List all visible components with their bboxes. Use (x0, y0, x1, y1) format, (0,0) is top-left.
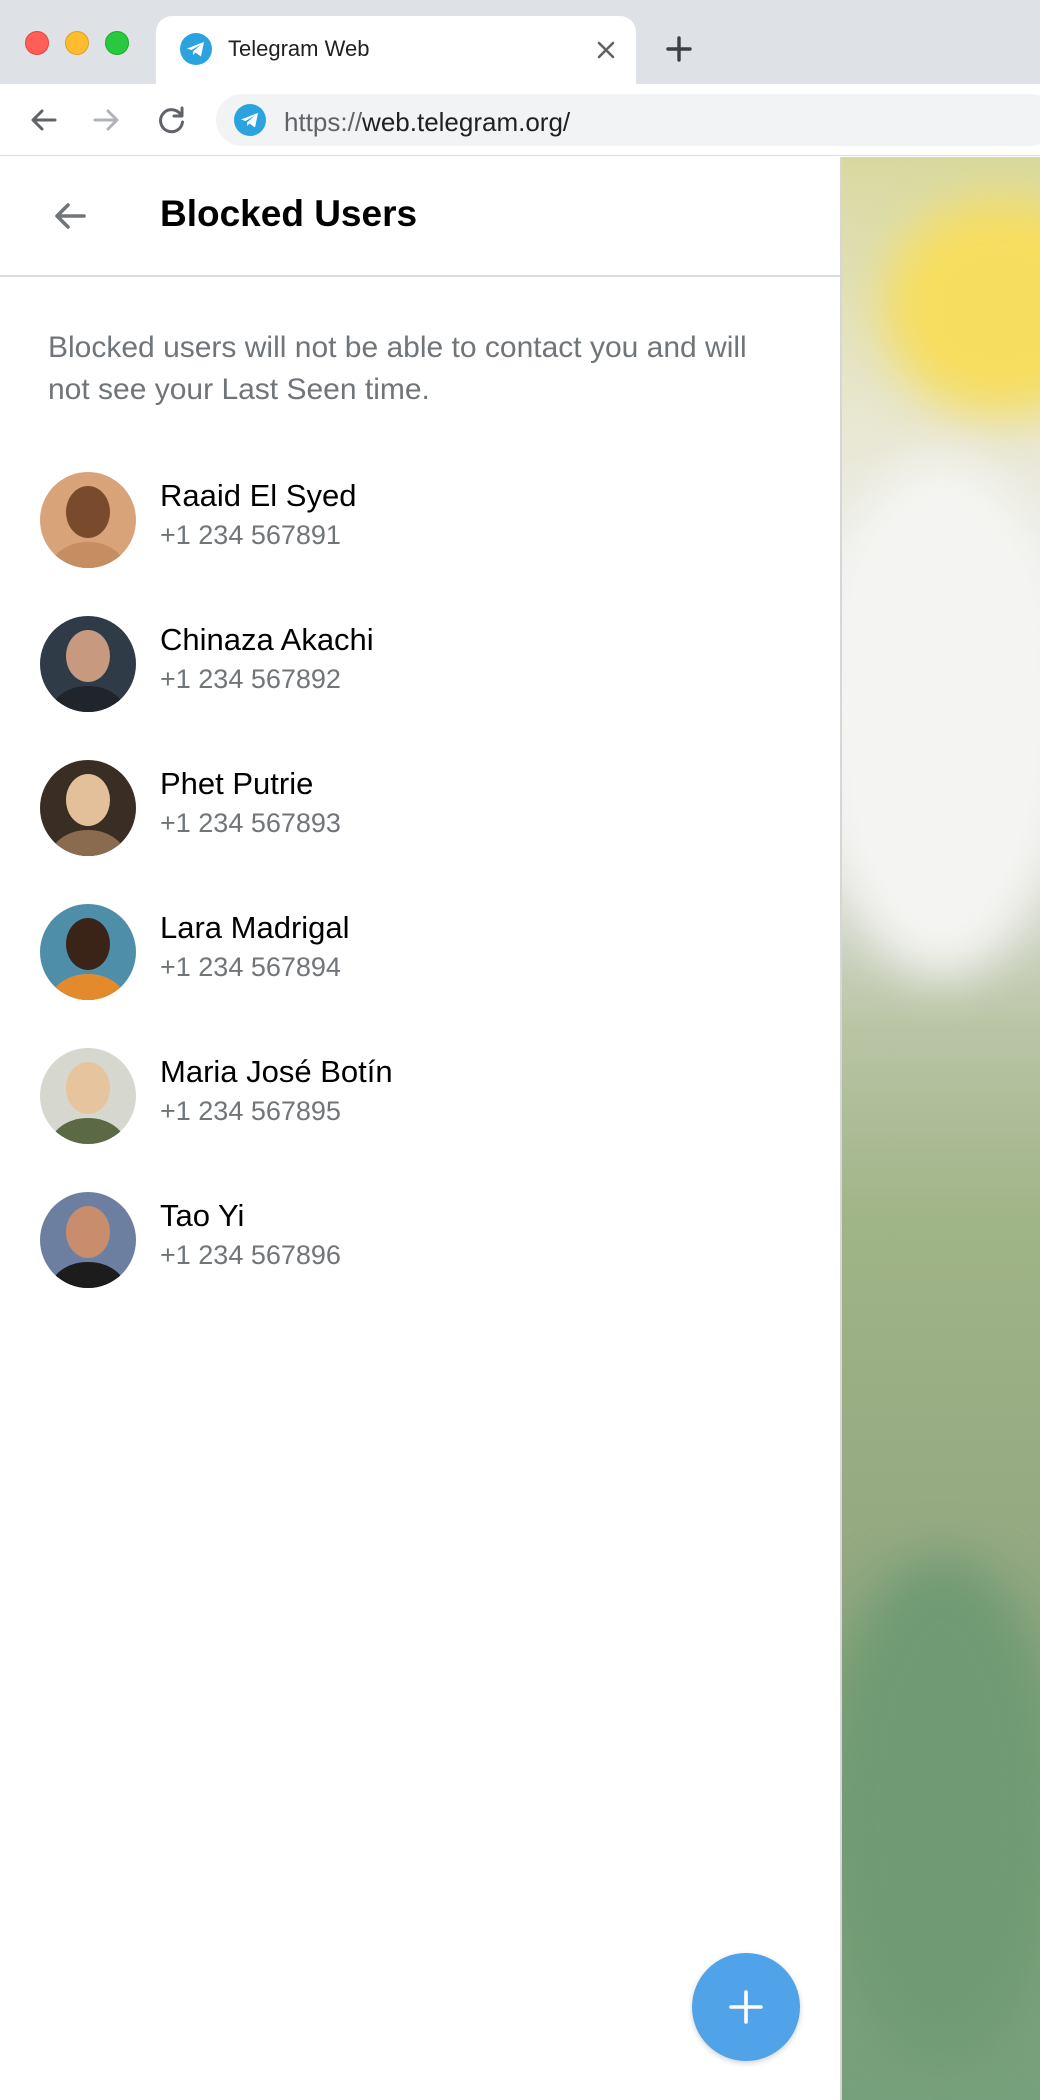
user-phone: +1 234 567892 (160, 664, 341, 694)
browser-tab[interactable]: Telegram Web (156, 16, 636, 84)
blocked-user-row[interactable]: Tao Yi +1 234 567896 (0, 1170, 840, 1314)
blocked-user-row[interactable]: Phet Putrie +1 234 567893 (0, 738, 840, 882)
blocked-user-row[interactable]: Maria José Botín +1 234 567895 (0, 1026, 840, 1170)
user-phone: +1 234 567894 (160, 952, 341, 982)
user-phone: +1 234 567895 (160, 1096, 341, 1126)
user-name: Lara Madrigal (160, 910, 350, 945)
chat-wallpaper (842, 157, 1040, 2100)
browser-tab-bar: Telegram Web (0, 0, 1040, 84)
plus-icon (729, 1990, 763, 2024)
user-name: Raaid El Syed (160, 478, 357, 513)
user-phone: +1 234 567893 (160, 808, 341, 838)
user-phone: +1 234 567891 (160, 520, 341, 550)
close-tab-icon[interactable] (594, 38, 618, 62)
user-name: Chinaza Akachi (160, 622, 374, 657)
minimize-window-button[interactable] (65, 31, 89, 55)
user-name: Tao Yi (160, 1198, 245, 1233)
address-bar[interactable]: https://web.telegram.org/ (216, 94, 1040, 146)
close-window-button[interactable] (25, 31, 49, 55)
wallpaper-flower-blob (882, 197, 1040, 417)
blocked-user-row[interactable]: Raaid El Syed +1 234 567891 (0, 450, 840, 594)
telegram-logo-icon (180, 33, 212, 65)
wallpaper-petal-blob (842, 457, 1040, 977)
blocked-users-notice: Blocked users will not be able to contac… (48, 331, 747, 406)
back-arrow-icon[interactable] (46, 192, 94, 240)
back-arrow-icon[interactable] (26, 102, 62, 138)
avatar (40, 1048, 136, 1144)
wallpaper-leaf-blob (842, 1557, 1040, 2057)
user-name: Maria José Botín (160, 1054, 393, 1089)
browser-toolbar: https://web.telegram.org/ (0, 84, 1040, 156)
blocked-user-row[interactable]: Lara Madrigal +1 234 567894 (0, 882, 840, 1026)
blocked-users-list: Raaid El Syed +1 234 567891 Chinaza Akachi… (0, 450, 840, 1314)
avatar (40, 760, 136, 856)
add-blocked-user-button[interactable] (692, 1953, 800, 2061)
avatar (40, 904, 136, 1000)
telegram-logo-icon (234, 104, 266, 136)
avatar (40, 472, 136, 568)
page-title: Blocked Users (160, 193, 418, 234)
forward-arrow-icon[interactable] (88, 102, 124, 138)
blocked-users-panel: Blocked Users Blocked users will not be … (0, 157, 840, 2100)
panel-header: Blocked Users (0, 157, 840, 277)
avatar (40, 1192, 136, 1288)
avatar (40, 616, 136, 712)
tab-title: Telegram Web (228, 36, 370, 61)
user-name: Phet Putrie (160, 766, 314, 801)
blocked-user-row[interactable]: Chinaza Akachi +1 234 567892 (0, 594, 840, 738)
user-phone: +1 234 567896 (160, 1240, 341, 1270)
maximize-window-button[interactable] (105, 31, 129, 55)
url-text: https://web.telegram.org/ (284, 107, 571, 137)
reload-icon[interactable] (154, 102, 190, 138)
new-tab-icon[interactable] (664, 34, 694, 64)
